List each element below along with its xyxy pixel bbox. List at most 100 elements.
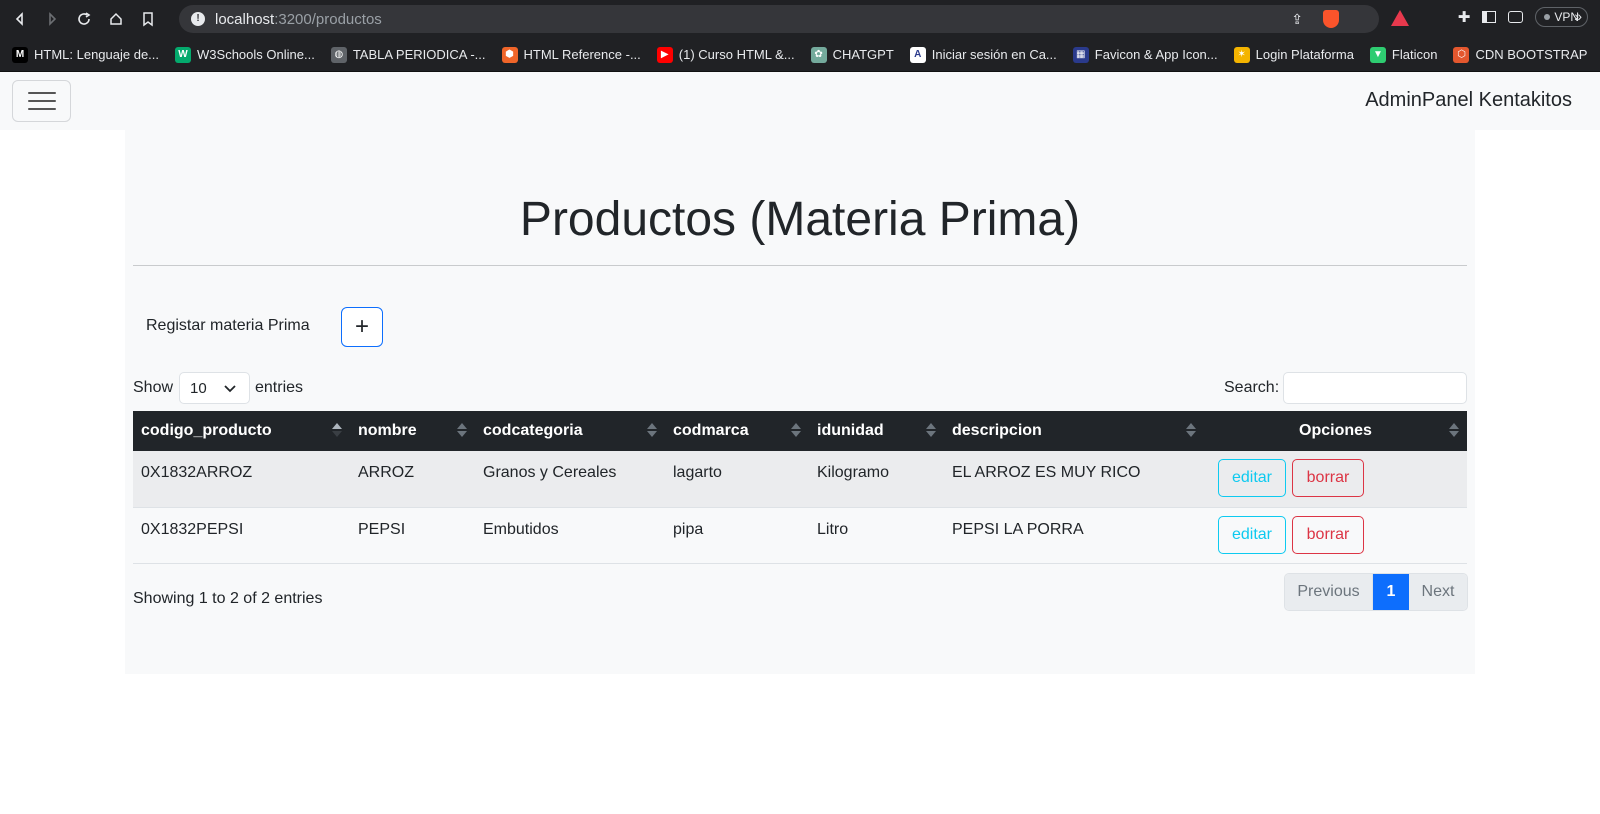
- column-header-codmarca[interactable]: codmarca: [665, 411, 809, 451]
- canvas-icon: A: [909, 46, 926, 63]
- bookmark-item[interactable]: ▦ Favicon & App Icon...: [1072, 46, 1218, 63]
- table-row: 0X1832ARROZ ARROZ Granos y Cereales lagarto…: [133, 451, 1467, 508]
- sort-icon: [1449, 423, 1459, 437]
- app-navbar: AdminPanel Kentakitos: [0, 72, 1600, 130]
- bookmark-item[interactable]: M HTML: Lenguaje de...: [12, 46, 159, 63]
- column-header-descripcion[interactable]: descripcion: [944, 411, 1204, 451]
- pagination: Previous 1 Next: [1284, 573, 1468, 611]
- column-header-label: codigo_producto: [141, 422, 272, 439]
- show-label: Show: [133, 379, 174, 396]
- brave-rewards-icon[interactable]: [1391, 10, 1409, 26]
- w3schools-icon: W: [175, 46, 192, 63]
- url-host: localhost: [215, 10, 275, 28]
- column-header-label: Opciones: [1299, 422, 1372, 439]
- column-header-label: idunidad: [817, 422, 884, 439]
- forward-icon[interactable]: [40, 7, 64, 31]
- bookmark-item[interactable]: W W3Schools Online...: [175, 46, 315, 63]
- hamburger-icon-line: [27, 108, 56, 110]
- bookmark-item[interactable]: ✶ Login Plataforma: [1233, 46, 1354, 63]
- entries-value: 10: [190, 379, 207, 397]
- pagination-page-1[interactable]: 1: [1373, 574, 1409, 610]
- cell-codigo-producto: 0X1832PEPSI: [133, 507, 350, 564]
- column-header-label: nombre: [358, 422, 417, 439]
- plataforma-icon: ✶: [1233, 46, 1250, 63]
- cell-idunidad: Kilogramo: [809, 451, 944, 508]
- bookmark-label: HTML Reference -...: [523, 47, 641, 62]
- bookmark-item[interactable]: ▶ (1) Curso HTML &...: [656, 46, 795, 63]
- column-header-opciones[interactable]: Opciones: [1204, 411, 1467, 451]
- cell-idunidad: Litro: [809, 507, 944, 564]
- url-path: :3200/productos: [274, 10, 382, 28]
- table-info: Showing 1 to 2 of 2 entries: [133, 590, 323, 607]
- edit-button[interactable]: editar: [1218, 459, 1286, 497]
- bookmark-label: (1) Curso HTML &...: [678, 47, 795, 62]
- column-header-idunidad[interactable]: idunidad: [809, 411, 944, 451]
- cell-nombre: PEPSI: [350, 507, 475, 564]
- youtube-icon: ▶: [656, 46, 673, 63]
- search-label: Search:: [1224, 379, 1280, 396]
- cell-codcategoria: Granos y Cereales: [475, 451, 665, 508]
- sort-icon: [647, 423, 657, 437]
- sidebar-icon[interactable]: [1482, 11, 1497, 23]
- table-header-row: codigo_producto nombre codcategoria codmarc…: [133, 411, 1467, 451]
- column-header-codigo-producto[interactable]: codigo_producto: [133, 411, 350, 451]
- bookmark-label: Iniciar sesión en Ca...: [931, 47, 1057, 62]
- brave-shield-icon[interactable]: [1323, 10, 1339, 28]
- sort-icon: [1186, 423, 1196, 437]
- share-icon[interactable]: ⇪: [1291, 11, 1303, 28]
- pagination-next[interactable]: Next: [1409, 574, 1467, 610]
- bookmark-icon[interactable]: [136, 7, 160, 31]
- column-header-nombre[interactable]: nombre: [350, 411, 475, 451]
- search-input[interactable]: [1283, 372, 1467, 404]
- address-bar[interactable]: ! localhost:3200/productos ⇪: [179, 5, 1409, 33]
- hamburger-icon-line: [27, 92, 56, 94]
- reload-icon[interactable]: [72, 7, 96, 31]
- chevron-down-icon: [224, 385, 236, 393]
- browser-toolbar: ! localhost:3200/productos ⇪ ✚ VPN: [0, 0, 1600, 38]
- home-icon[interactable]: [104, 7, 128, 31]
- favicon-generator-icon: ▦: [1072, 46, 1089, 63]
- bookmark-item[interactable]: ▼ Flaticon: [1369, 46, 1438, 63]
- column-header-label: descripcion: [952, 422, 1042, 439]
- cell-codmarca: pipa: [665, 507, 809, 564]
- back-icon[interactable]: [8, 7, 32, 31]
- bookmark-item[interactable]: ⬢ HTML Reference -...: [501, 46, 641, 63]
- mdn-icon: M: [12, 46, 28, 63]
- pagination-previous[interactable]: Previous: [1285, 574, 1373, 610]
- cell-opciones: editar borrar: [1204, 507, 1467, 564]
- site-info-icon[interactable]: !: [191, 12, 205, 26]
- title-divider: [133, 265, 1467, 266]
- bookmark-label: Login Plataforma: [1255, 47, 1354, 62]
- bookmark-item[interactable]: ✿ CHATGPT: [810, 46, 894, 63]
- sort-icon: [457, 423, 467, 437]
- bookmark-label: TABLA PERIODICA -...: [352, 47, 486, 62]
- extensions-area: ✚ VPN: [1458, 7, 1588, 27]
- bookmark-item[interactable]: ◍ TABLA PERIODICA -...: [330, 46, 486, 63]
- bookmark-item[interactable]: A Iniciar sesión en Ca...: [909, 46, 1057, 63]
- add-product-button[interactable]: +: [341, 307, 383, 347]
- wallet-icon[interactable]: [1508, 11, 1524, 23]
- sort-icon: [332, 423, 342, 437]
- chatgpt-icon: ✿: [810, 46, 827, 63]
- bookmark-item[interactable]: ⬡ CDN BOOTSTRAP: [1453, 46, 1587, 63]
- html-reference-icon: ⬢: [501, 46, 518, 63]
- cell-codmarca: lagarto: [665, 451, 809, 508]
- bookmark-label: Favicon & App Icon...: [1094, 47, 1218, 62]
- products-table: codigo_producto nombre codcategoria codmarc…: [133, 411, 1467, 564]
- hamburger-icon-line: [27, 100, 56, 102]
- edit-button[interactable]: editar: [1218, 515, 1286, 554]
- menu-toggle-button[interactable]: [12, 80, 71, 122]
- vpn-status-dot: [1544, 14, 1551, 20]
- bookmarks-overflow-button[interactable]: »: [1574, 8, 1582, 24]
- entries-select[interactable]: 10: [179, 372, 250, 404]
- bookmark-label: W3Schools Online...: [197, 47, 315, 62]
- extensions-icon[interactable]: ✚: [1458, 8, 1471, 26]
- navbar-brand[interactable]: AdminPanel Kentakitos: [1365, 89, 1572, 112]
- bookmark-label: Flaticon: [1391, 47, 1438, 62]
- delete-button[interactable]: borrar: [1292, 459, 1364, 497]
- sort-icon: [791, 423, 801, 437]
- cell-codcategoria: Embutidos: [475, 507, 665, 564]
- column-header-codcategoria[interactable]: codcategoria: [475, 411, 665, 451]
- delete-button[interactable]: borrar: [1292, 515, 1364, 554]
- entries-label: entries: [255, 379, 304, 396]
